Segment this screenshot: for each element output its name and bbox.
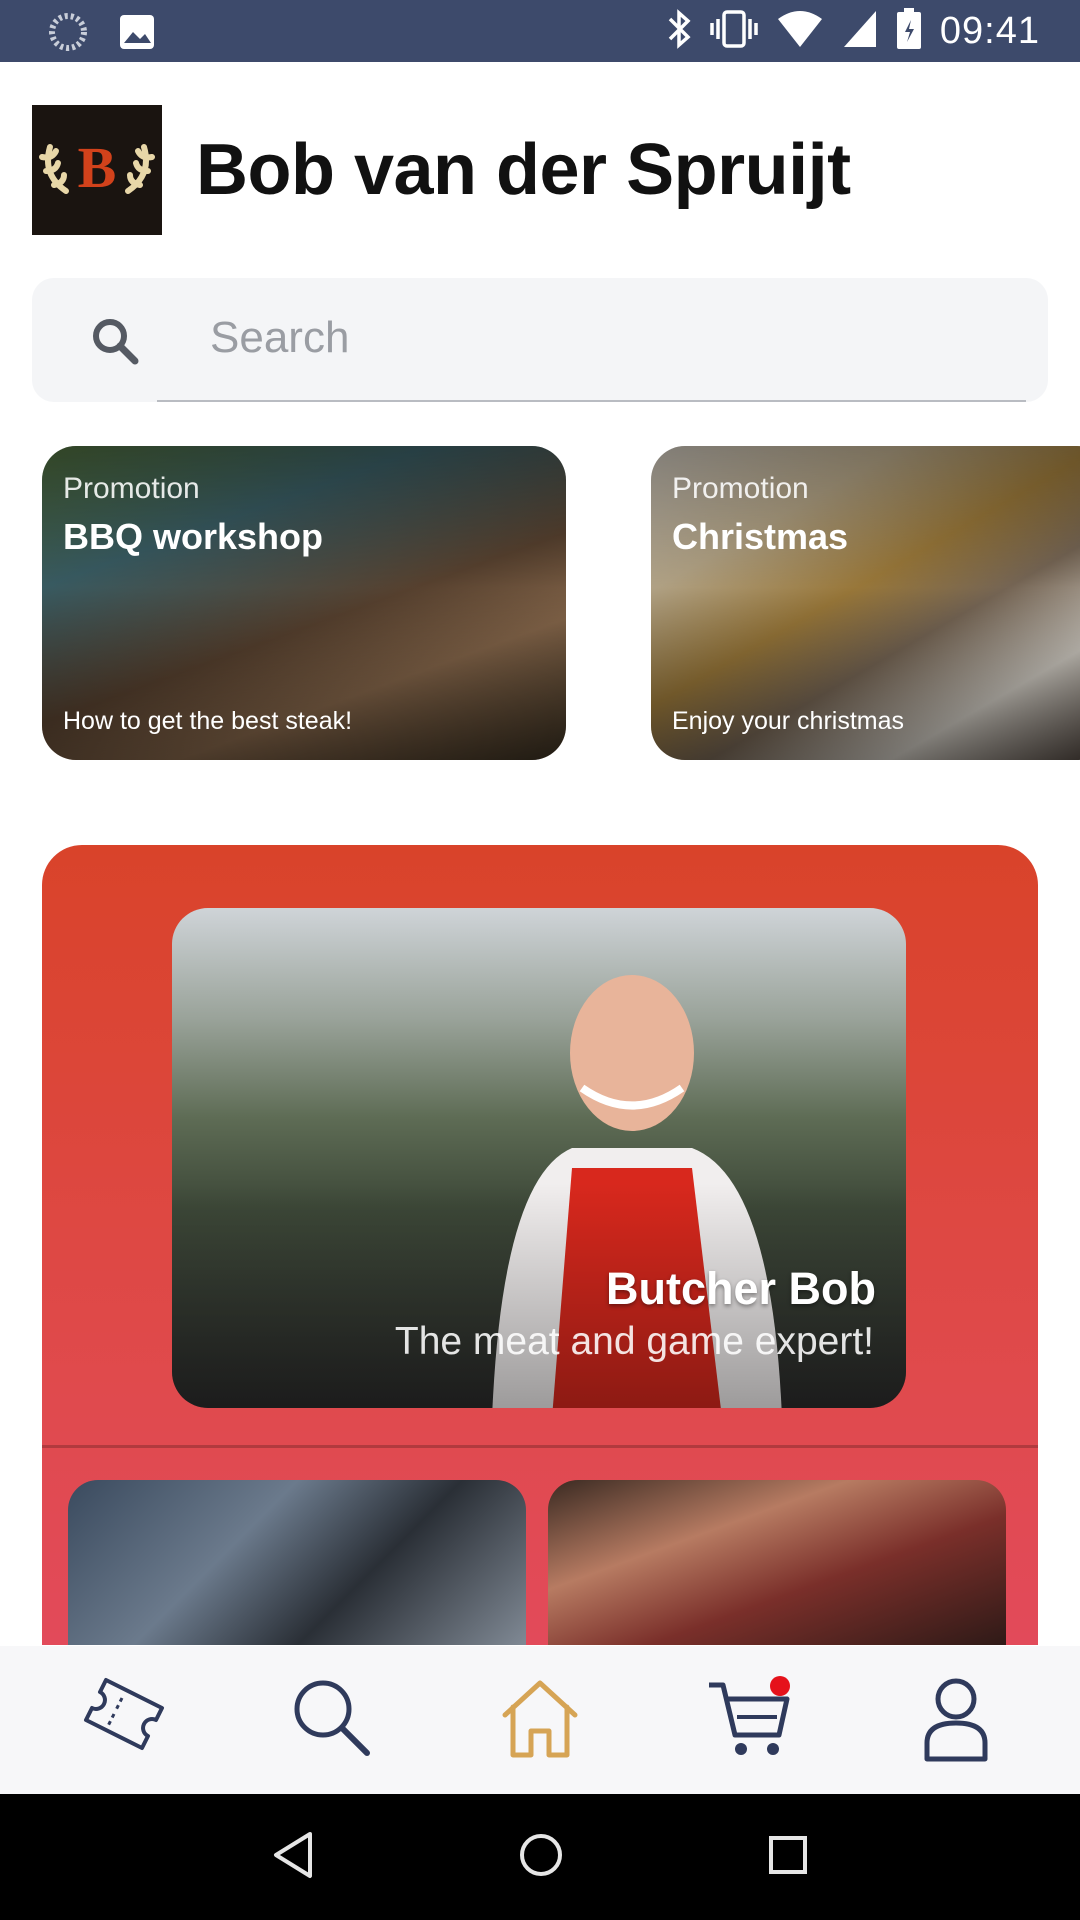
status-time: 09:41 — [939, 9, 1040, 52]
nav-tickets[interactable] — [64, 1660, 184, 1780]
promo-label: Promotion — [63, 472, 200, 505]
battery-icon — [896, 7, 922, 55]
search-underline — [157, 400, 1026, 402]
loading-icon — [48, 12, 88, 57]
bottom-navigation — [0, 1646, 1080, 1794]
page-title: Bob van der Spruijt — [196, 130, 851, 210]
featured-section: Butcher Bob The meat and game expert! — [42, 845, 1038, 1645]
brand-logo: B — [32, 105, 162, 235]
nav-search[interactable] — [272, 1660, 392, 1780]
nav-profile[interactable] — [896, 1660, 1016, 1780]
logo-letter: B — [78, 135, 117, 200]
cart-badge — [770, 1676, 790, 1696]
promo-subtitle: How to get the best steak! — [63, 707, 353, 735]
thumbnail-workshop-group[interactable] — [68, 1480, 526, 1645]
hero-title: Butcher Bob — [606, 1263, 876, 1314]
nav-home[interactable] — [480, 1660, 600, 1780]
signal-icon — [842, 9, 878, 54]
bluetooth-icon — [666, 8, 692, 54]
search-icon — [90, 316, 140, 371]
profile-icon — [913, 1673, 999, 1768]
hero-card-butcher-bob[interactable]: Butcher Bob The meat and game expert! — [172, 908, 906, 1408]
promotion-carousel[interactable]: Promotion BBQ workshop How to get the be… — [0, 446, 1080, 760]
vibrate-icon — [710, 9, 758, 54]
recents-icon[interactable] — [766, 1833, 810, 1882]
app-header: B Bob van der Spruijt — [32, 105, 851, 235]
promo-label: Promotion — [672, 472, 809, 505]
home-icon — [497, 1675, 583, 1766]
system-navigation-bar — [0, 1794, 1080, 1920]
image-icon — [118, 13, 156, 56]
promo-card-bbq-workshop[interactable]: Promotion BBQ workshop How to get the be… — [42, 446, 566, 760]
section-divider — [42, 1445, 1038, 1448]
status-bar: 09:41 — [0, 0, 1080, 62]
hero-subtitle: The meat and game expert! — [394, 1320, 874, 1363]
search-icon — [287, 1673, 377, 1768]
search-bar[interactable] — [32, 278, 1048, 402]
promo-subtitle: Enjoy your christmas — [672, 707, 905, 735]
ticket-icon — [76, 1670, 172, 1771]
search-input[interactable] — [180, 298, 1030, 378]
promo-card-christmas[interactable]: Promotion Christmas Enjoy your christmas — [651, 446, 1080, 760]
promo-title: Christmas — [672, 516, 849, 557]
wifi-icon — [776, 9, 824, 54]
nav-cart[interactable] — [688, 1660, 808, 1780]
thumbnail-beef-wellington[interactable] — [548, 1480, 1006, 1645]
promo-title: BBQ workshop — [63, 516, 324, 557]
back-icon[interactable] — [270, 1830, 316, 1885]
home-circle-icon[interactable] — [517, 1831, 565, 1884]
